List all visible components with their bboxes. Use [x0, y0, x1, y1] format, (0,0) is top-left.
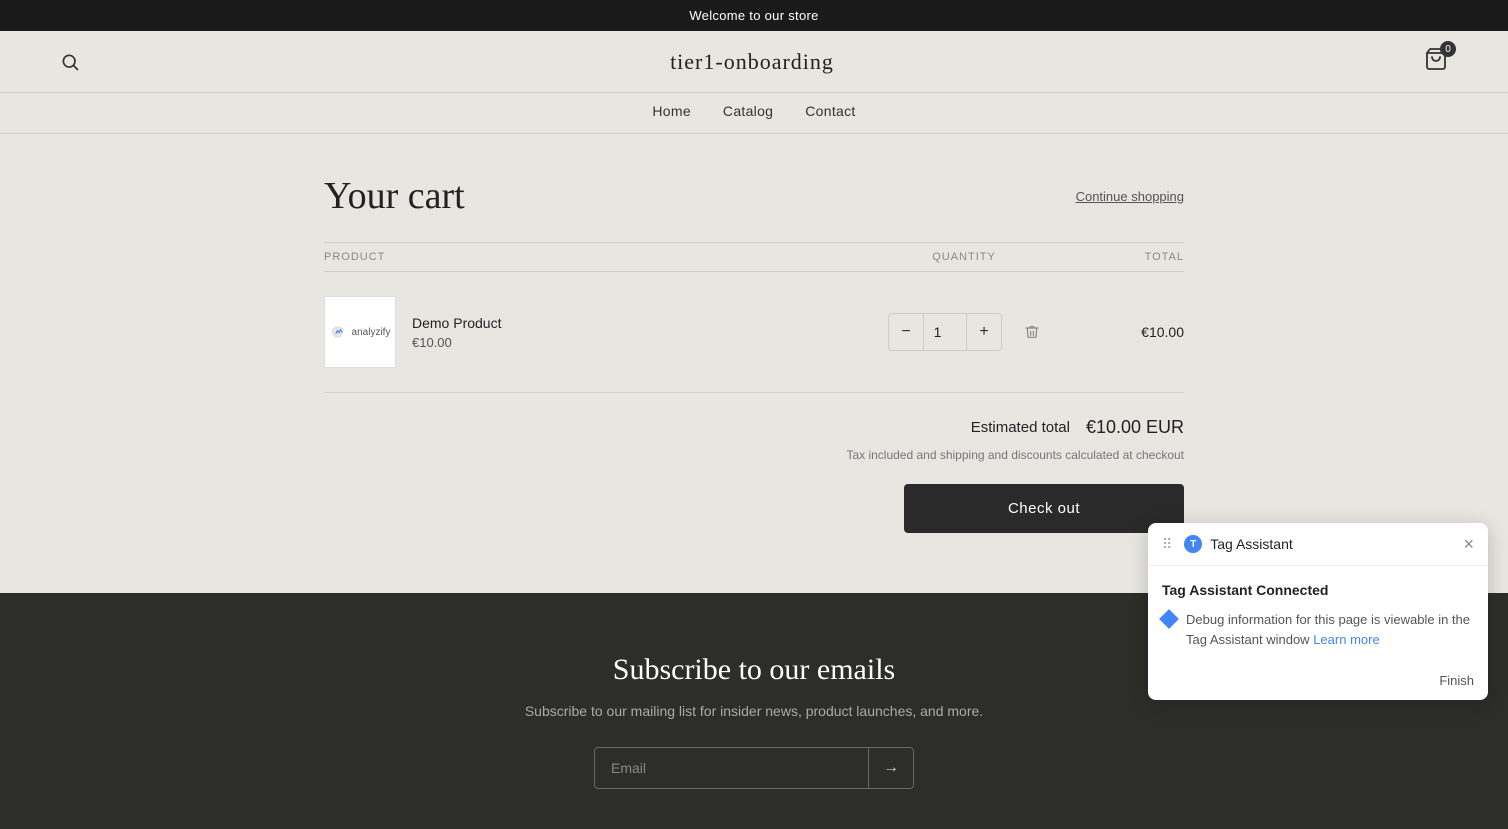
product-info: analyzify Demo Product €10.00 [324, 296, 864, 368]
tag-diamond-icon [1159, 609, 1179, 629]
email-input[interactable] [595, 748, 868, 788]
estimated-total-row: Estimated total €10.00 EUR [324, 417, 1184, 438]
header: tier1-onboarding 0 [0, 31, 1508, 93]
tag-assistant-title: Tag Assistant [1210, 536, 1293, 552]
product-logo: analyzify [330, 323, 391, 341]
email-submit-button[interactable]: → [868, 748, 913, 788]
delete-item-button[interactable] [1024, 324, 1040, 340]
tag-learn-more-link[interactable]: Learn more [1313, 632, 1379, 647]
product-details: Demo Product €10.00 [412, 315, 501, 350]
footer-subtitle: Subscribe to our mailing list for inside… [20, 703, 1488, 719]
main-content: Your cart Continue shopping PRODUCT QUAN… [304, 134, 1204, 593]
email-form: → [20, 747, 1488, 789]
header-right: 0 [1424, 47, 1448, 76]
quantity-wrapper: − + [888, 313, 1002, 351]
product-name: Demo Product [412, 315, 501, 331]
tag-assistant-body: Tag Assistant Connected Debug informatio… [1148, 566, 1488, 665]
quantity-input[interactable] [923, 314, 967, 350]
analyzify-text: analyzify [352, 327, 391, 338]
tag-assistant-close-button[interactable]: × [1463, 535, 1474, 553]
tag-assistant-footer: Finish [1148, 665, 1488, 700]
nav-item-home[interactable]: Home [652, 103, 691, 119]
cart-item: analyzify Demo Product €10.00 − + [324, 272, 1184, 393]
checkout-button[interactable]: Check out [904, 484, 1184, 533]
increase-quantity-button[interactable]: + [967, 314, 1001, 350]
analyzify-icon [330, 323, 348, 341]
tag-debug-row: Debug information for this page is viewa… [1162, 610, 1474, 649]
continue-shopping-link[interactable]: Continue shopping [1076, 189, 1184, 204]
estimated-total-value: €10.00 EUR [1086, 417, 1184, 438]
quantity-cell: − + [864, 313, 1064, 351]
header-center: tier1-onboarding [80, 49, 1424, 75]
tag-assistant-icon: T [1184, 535, 1202, 553]
decrease-quantity-button[interactable]: − [889, 314, 923, 350]
tag-debug-text: Debug information for this page is viewa… [1186, 610, 1474, 649]
order-summary: Estimated total €10.00 EUR Tax included … [324, 417, 1184, 533]
cart-header: Your cart Continue shopping [324, 174, 1184, 218]
item-total: €10.00 [1064, 324, 1184, 340]
cart-icon-wrapper[interactable]: 0 [1424, 47, 1448, 76]
store-title[interactable]: tier1-onboarding [80, 49, 1424, 75]
tag-assistant-title-row: ⠿ T Tag Assistant [1162, 535, 1293, 553]
navigation: Home Catalog Contact [0, 93, 1508, 134]
cart-badge: 0 [1440, 41, 1456, 57]
column-quantity-label: QUANTITY [864, 251, 1064, 263]
cart-title: Your cart [324, 174, 465, 218]
drag-handle[interactable]: ⠿ [1162, 536, 1172, 553]
estimated-total-label: Estimated total [971, 419, 1070, 436]
tax-note: Tax included and shipping and discounts … [324, 446, 1184, 464]
banner-text: Welcome to our store [689, 8, 818, 23]
column-product-label: PRODUCT [324, 251, 864, 263]
tag-finish-button[interactable]: Finish [1439, 673, 1474, 688]
nav-item-contact[interactable]: Contact [805, 103, 855, 119]
product-price: €10.00 [412, 335, 501, 350]
tag-assistant-popup: ⠿ T Tag Assistant × Tag Assistant Connec… [1148, 523, 1488, 700]
search-icon[interactable] [60, 52, 80, 72]
tag-connected-text: Tag Assistant Connected [1162, 582, 1474, 598]
header-left [60, 52, 80, 72]
tag-assistant-header: ⠿ T Tag Assistant × [1148, 523, 1488, 566]
product-image: analyzify [324, 296, 396, 368]
email-input-wrapper: → [594, 747, 914, 789]
column-total-label: TOTAL [1064, 251, 1184, 263]
top-banner: Welcome to our store [0, 0, 1508, 31]
nav-item-catalog[interactable]: Catalog [723, 103, 773, 119]
cart-table-header: PRODUCT QUANTITY TOTAL [324, 242, 1184, 272]
trash-icon [1024, 324, 1040, 340]
